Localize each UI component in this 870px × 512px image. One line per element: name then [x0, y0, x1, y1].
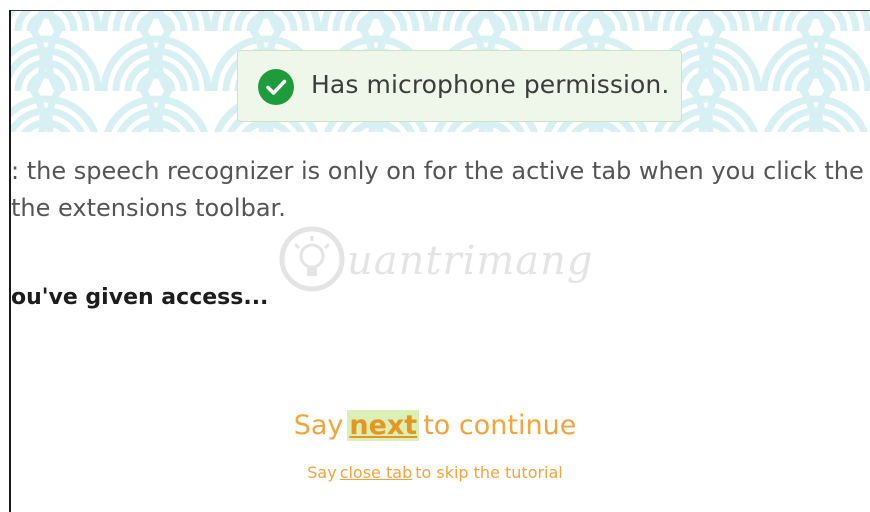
window-top-border — [9, 10, 870, 11]
check-circle-icon — [258, 69, 294, 105]
primary-voice-prompt: Say next to continue — [0, 410, 870, 441]
lightbulb-icon — [279, 226, 345, 292]
secondary-prompt-prefix: Say — [307, 463, 337, 482]
close-tab-command[interactable]: close tab — [340, 463, 413, 482]
primary-prompt-suffix: to continue — [423, 410, 577, 441]
section-heading: ou've given access... — [11, 285, 269, 310]
permission-toast: Has microphone permission. — [237, 50, 682, 122]
info-text-line-1: : the speech recognizer is only on for t… — [11, 157, 864, 185]
secondary-prompt-suffix: to skip the tutorial — [415, 463, 563, 482]
toast-message: Has microphone permission. — [311, 70, 670, 99]
watermark-logo: uantrimang — [275, 218, 620, 298]
primary-prompt-prefix: Say — [293, 410, 344, 441]
watermark-text: uantrimang — [347, 238, 594, 284]
tutorial-page: Has microphone permission. : the speech … — [0, 0, 870, 512]
secondary-voice-prompt: Say close tab to skip the tutorial — [0, 463, 870, 482]
next-command[interactable]: next — [347, 410, 420, 441]
info-text-line-2: the extensions toolbar. — [11, 194, 286, 222]
